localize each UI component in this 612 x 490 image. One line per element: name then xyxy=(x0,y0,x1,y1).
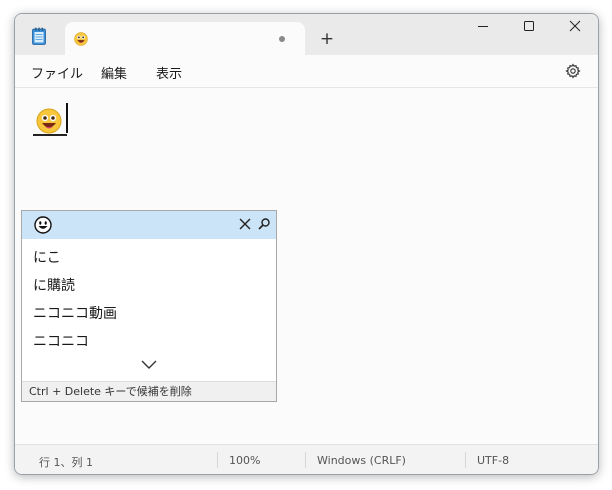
status-divider xyxy=(217,452,218,468)
zoom-level[interactable]: 100% xyxy=(229,454,260,467)
grinning-face-emoji xyxy=(74,32,88,46)
chevron-down-icon[interactable] xyxy=(140,359,158,371)
ime-candidate[interactable]: に購読 xyxy=(33,275,75,295)
minimize-button[interactable] xyxy=(460,14,506,44)
notepad-icon xyxy=(32,27,46,45)
ime-candidate[interactable]: ニコニコ動画 xyxy=(33,303,117,323)
ime-candidate[interactable]: ニコニコ xyxy=(33,331,89,351)
text-caret xyxy=(66,103,68,133)
ime-candidate-popup: にこ に購読 ニコニコ動画 ニコニコ Ctrl + Delete キーで候補を削… xyxy=(21,210,277,402)
menu-view[interactable]: 表示 xyxy=(156,63,182,82)
maximize-icon xyxy=(524,21,534,31)
new-tab-button[interactable]: + xyxy=(315,27,339,51)
ime-hint: Ctrl + Delete キーで候補を削除 xyxy=(22,381,276,401)
title-bar[interactable]: + xyxy=(15,14,598,55)
ime-candidate[interactable]: にこ xyxy=(33,247,61,267)
maximize-button[interactable] xyxy=(506,14,552,44)
menu-edit[interactable]: 編集 xyxy=(101,63,127,82)
menu-file[interactable]: ファイル xyxy=(31,63,83,82)
encoding[interactable]: UTF-8 xyxy=(477,454,509,467)
search-icon[interactable] xyxy=(256,216,272,232)
grinning-face-emoji xyxy=(36,108,62,134)
ime-composition-underline xyxy=(33,134,67,136)
minimize-icon xyxy=(478,26,488,27)
close-button[interactable] xyxy=(552,14,598,44)
gear-icon[interactable] xyxy=(565,63,581,79)
status-divider xyxy=(305,452,306,468)
close-icon[interactable] xyxy=(237,216,253,232)
tab-untitled[interactable] xyxy=(65,22,305,55)
text-editor[interactable]: にこ に購読 ニコニコ動画 ニコニコ Ctrl + Delete キーで候補を削… xyxy=(15,88,598,440)
menu-bar: ファイル 編集 表示 xyxy=(15,55,598,88)
ime-selected-candidate[interactable] xyxy=(22,211,276,239)
unsaved-indicator[interactable] xyxy=(279,36,285,42)
status-bar: 行 1、列 1 100% Windows (CRLF) UTF-8 xyxy=(15,444,598,474)
cursor-position: 行 1、列 1 xyxy=(39,456,93,469)
status-divider xyxy=(465,452,466,468)
line-ending[interactable]: Windows (CRLF) xyxy=(317,454,406,467)
close-icon xyxy=(569,20,581,32)
notepad-window: + ファイル 編集 表示 にこ に購読 ニコニコ動画 ニコニコ Ctrl + D… xyxy=(14,13,599,475)
grinning-face-emoji xyxy=(34,216,52,234)
